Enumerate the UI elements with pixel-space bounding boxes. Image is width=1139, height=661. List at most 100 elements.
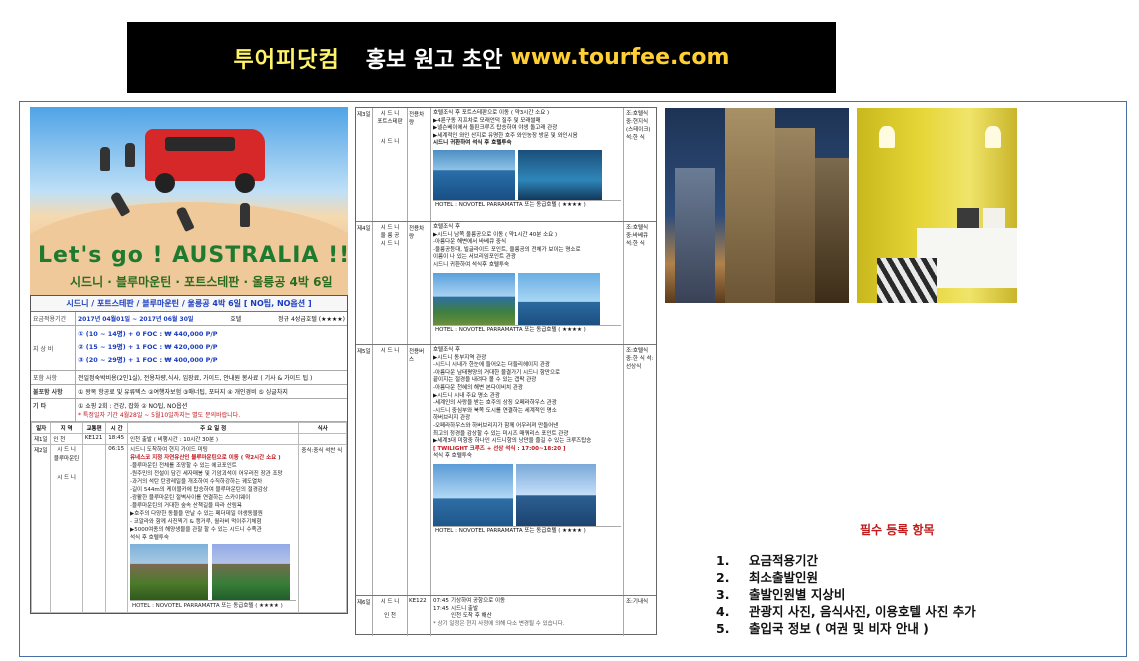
day5-line: -시드니 시내가 한눈에 들어오는 더들리헤이지 관광 xyxy=(433,362,550,369)
price-tier-2: ② (15 ~ 19명) + 1 FOC : ₩ 420,000 P/P xyxy=(78,343,218,351)
requirements-list: 1. 요금적용기간 2. 최소출발인원 3. 출발인원별 지상비 4. 관광지 … xyxy=(716,552,976,637)
day5-line: 하버브리지 관광 xyxy=(433,415,471,422)
day5-line: 끝이지는 절경을 내려다 볼 수 있는 갭팍 관광 xyxy=(433,377,537,384)
list-item: 3. 출발인원별 지상비 xyxy=(716,587,846,602)
day6-loc-1: 시 드 니 xyxy=(380,599,400,605)
etc-label: 기 타 xyxy=(31,399,76,421)
banner-url[interactable]: www.tourfee.com xyxy=(511,45,730,70)
day2-line: - 코알라와 함께 사진찍기 & 캥거루, 월라비 먹이주기체험 xyxy=(129,519,262,525)
day4-loc-1: 시 드 니 xyxy=(380,225,400,231)
day2-line: -블루마운틴의 거대한 숲속 산책길을 따라 산림욕 xyxy=(129,503,242,509)
banner-title: 투어피닷컴 xyxy=(233,47,340,73)
day2-meal: 중식:중식 석찬 식 xyxy=(298,444,347,613)
day3-meal: 조:호텔식 중:현지식 (스테이크) 석:한 식 xyxy=(623,108,656,221)
day4-loc-2: 울 릉 공 xyxy=(380,233,400,239)
day3-loc-2: 포트스테판 xyxy=(377,119,403,125)
price-tier-3: ③ (20 ~ 29명) + 1 FOC : ₩ 400,000 P/P xyxy=(78,356,218,364)
day1-time: 18:45 xyxy=(105,433,128,445)
col-region: 지 역 xyxy=(50,422,83,434)
list-item: 1. 요금적용기간 xyxy=(716,553,819,568)
day2-loc-2: 블루마운틴 xyxy=(53,456,80,462)
brochure-page-1: Let's go ! AUSTRALIA !! 시드니 · 블루마운틴 · 포트… xyxy=(30,107,348,633)
day5-line: 최고의 정경을 감상할 수 있는 미시즈 매쿼리스 포인트 관광 xyxy=(433,430,569,437)
etc-value-1: ① 쇼핑 2회 : 건강, 잡화 ② NO팁, NO옵션 xyxy=(78,403,188,410)
banner-subtitle: 홍보 원고 초안 xyxy=(365,47,503,73)
period-label: 요금적용기간 xyxy=(31,312,76,325)
day2-day: 제2일 xyxy=(30,444,52,613)
table-row: 제2일 시 드 니 블루마운틴 시 드 니 06:15 시드니 도착하여 현지 … xyxy=(30,444,347,613)
col-day: 일자 xyxy=(30,422,52,434)
hero-route: 시드니 · 블루마운틴 · 포트스테판 · 울릉공 4박 6일 xyxy=(70,275,333,289)
itinerary-header: 시드니 / 포트스테판 / 블루마운틴 / 울릉공 4박 6일 [ NO팁, N… xyxy=(31,296,347,312)
day3-hotel: HOTEL : NOVOTEL PARRAMATTA 또는 동급호텔 ( ★★★… xyxy=(433,199,621,211)
hotel-label: 호텔 xyxy=(230,316,242,323)
day3-line: ▶넬슨베이에서 돌핀크루즈 탑승하여 야생 돌고래 관광 xyxy=(433,125,558,132)
day2-line: 석식 후 호텔투숙 xyxy=(129,535,169,541)
day2-line: -길이 544m의 케이블카에 탑승하여 블루마운틴의 절경감상 xyxy=(129,487,268,493)
day3-line: 호텔조식 후 포트스테판으로 이동 ( 약3시간 소요 ) xyxy=(433,110,550,116)
day4-block: 제4일 시 드 니 울 릉 공 시 드 니 전용차량 호텔조식 후 ▶시드니 남… xyxy=(356,222,656,345)
day5-line: 호텔조식 후 xyxy=(433,347,461,353)
day2-line: ▶호주의 다양한 동물을 만날 수 있는 페더데일 야생동물원 xyxy=(129,511,263,517)
requirements-title: 필수 등록 항목 xyxy=(860,523,935,537)
day2-loc-3: 시 드 니 xyxy=(57,475,76,481)
day2-line: -원주민의 전설이 담긴 세자매봉 및 기암괴석이 어우러진 장관 조망 xyxy=(129,471,283,477)
hotel-building-photo xyxy=(665,108,849,303)
list-item: 5. 출입국 정보 ( 여권 및 비자 안내 ) xyxy=(716,621,929,636)
itinerary-summary: 시드니 / 포트스테판 / 블루마운틴 / 울릉공 4박 6일 [ NO팁, N… xyxy=(30,295,348,614)
benefit-label: 불포함 사항 xyxy=(31,385,76,398)
day6-line: 기상하여 공항으로 이동 xyxy=(451,598,506,604)
day3-day: 제3일 xyxy=(356,108,373,221)
col-schedule: 주 요 일 정 xyxy=(126,422,300,434)
wollongong-beach-photo xyxy=(433,272,515,325)
hero-headline: Let's go ! AUSTRALIA !! xyxy=(38,243,348,268)
col-transport: 교통편 xyxy=(81,422,107,434)
day3-block: 제3일 시 드 니 포트스테판 시 드 니 전용차량 호텔조식 후 포트스테판으… xyxy=(356,108,656,222)
header-banner: 투어피닷컴 홍보 원고 초안 www.tourfee.com xyxy=(127,22,836,93)
day6-transport: KE122 xyxy=(408,596,431,636)
day5-loc-1: 시 드 니 xyxy=(380,348,400,354)
day2-hotel: HOTEL : NOVOTEL PARRAMATTA 또는 동급호텔 ( ★★★… xyxy=(129,600,297,611)
price-tier-1: ① (10 ~ 14명) + 0 FOC : ₩ 440,000 P/P xyxy=(78,330,218,338)
harbour-bridge-photo xyxy=(516,463,596,526)
day6-line: 인천 도착 후 해산 xyxy=(451,613,492,620)
day4-hotel: HOTEL : NOVOTEL PARRAMATTA 또는 동급호텔 ( ★★★… xyxy=(433,324,621,336)
lighthouse-photo xyxy=(518,272,600,325)
day5-line: ▶세계3대 미항중 하나인 시드니항의 낭만을 즐길 수 있는 크루즈탑승 xyxy=(433,438,592,445)
day4-line: 호텔조식 후 xyxy=(433,224,461,230)
brochure-page-2: 제3일 시 드 니 포트스테판 시 드 니 전용차량 호텔조식 후 포트스테판으… xyxy=(355,107,657,636)
day2-line: ▶5000여종의 해양생물을 관찰 할 수 있는 시드니 수족관 xyxy=(129,527,262,533)
day2-line: -광활한 블루마운틴 절벽사이를 연결하는 스카이웨이 xyxy=(129,495,251,501)
day4-line: 이름이 나 있는 서브리임포인트 관광 xyxy=(433,254,516,261)
day5-hotel: HOTEL : NOVOTEL PARRAMATTA 또는 동급호텔 ( ★★★… xyxy=(433,525,621,537)
include-label: 포함 사항 xyxy=(31,371,76,384)
day1-day: 제1일 xyxy=(30,433,52,445)
day6-loc-2: 인 천 xyxy=(384,613,396,619)
day5-day: 제5일 xyxy=(356,345,373,595)
day2-line: 유네스코 지정 자연유산인 블루마운틴으로 이동 ( 약2시간 소요 ) xyxy=(129,455,281,461)
day4-day: 제4일 xyxy=(356,222,373,344)
day4-transport: 전용차량 xyxy=(408,222,431,344)
day5-line: -아름다운 천혜의 해변 본다이비치 관광 xyxy=(433,384,523,391)
period-value: 2017년 04월01일 ~ 2017년 06월 30일 xyxy=(78,316,194,323)
day5-transport: 전용버스 xyxy=(408,345,431,595)
day4-meal: 조:호텔식 중:바베큐 석:한 식 xyxy=(623,222,656,344)
hotel-room-photo xyxy=(857,108,1017,303)
day1-body: 인천 출발 ( 비행시간 : 10시간 30분 ) xyxy=(126,433,300,445)
three-sisters-photo xyxy=(211,544,290,600)
day5-line: 석식 후 호텔투숙 xyxy=(433,453,472,460)
day2-line: -블루마운틴 전체를 조망할 수 있는 에코포인트 xyxy=(129,463,237,469)
col-time: 시 간 xyxy=(105,422,128,434)
day6-time-1: 07:45 xyxy=(433,598,449,604)
price-label: 지 상 비 xyxy=(31,326,76,370)
table-row: 제1일 인 천 KE121 18:45 인천 출발 ( 비행시간 : 10시간 … xyxy=(30,433,347,445)
day3-loc-3: 시 드 니 xyxy=(380,139,400,145)
day1-loc: 인 천 xyxy=(50,433,83,445)
day4-line: -아름다운 해변에서 바베큐 중식 xyxy=(433,239,507,246)
aquarium-photo xyxy=(518,149,602,200)
day4-line: 시드니 귀환하여 석식후 호텔투숙 xyxy=(433,261,510,268)
hotel-value: 정규 4성급호텔 (★★★★) xyxy=(278,316,345,323)
day3-transport: 전용차량 xyxy=(408,108,431,221)
day5-line: -오페라하우스와 하버브리지가 함께 어우러져 만들어낸 xyxy=(433,422,559,429)
day5-meal: 조:호텔식 중:한 식 석:선상식 xyxy=(623,345,656,595)
